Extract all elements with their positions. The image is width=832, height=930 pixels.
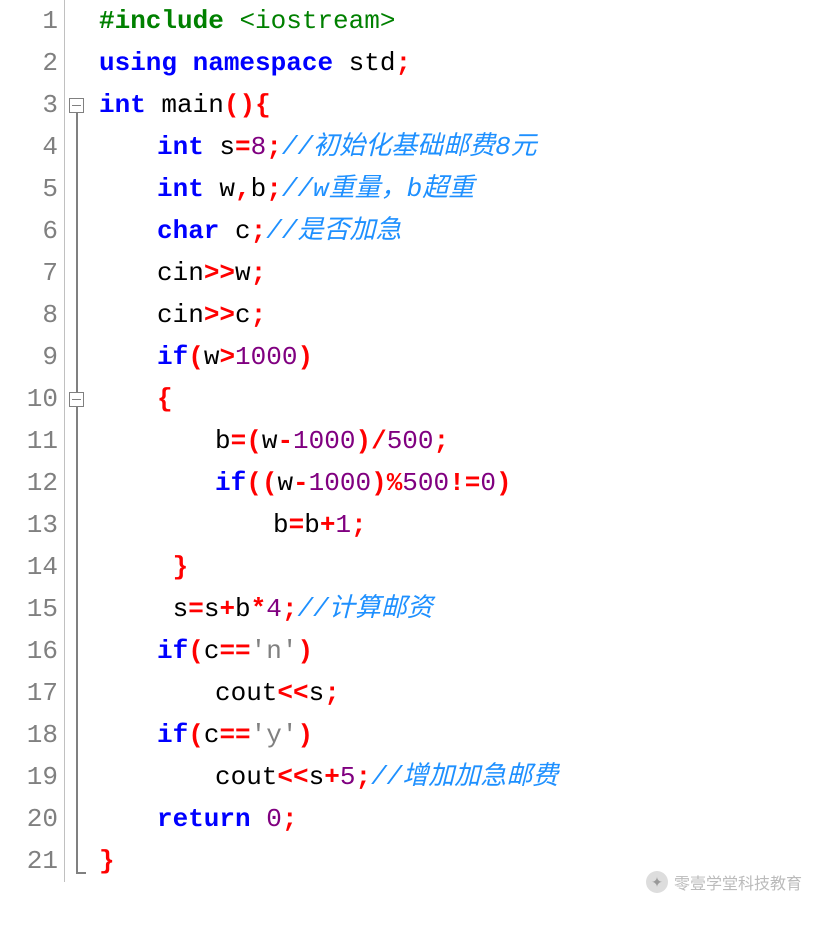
code-line: int w,b;//w重量，b超重 — [99, 168, 832, 210]
code-line: int s=8;//初始化基础邮费8元 — [99, 126, 832, 168]
line-number: 2 — [0, 42, 58, 84]
watermark: ✦ 零壹学堂科技教育 — [646, 870, 802, 894]
fold-toggle-icon[interactable] — [69, 392, 84, 407]
line-number: 7 — [0, 252, 58, 294]
line-number: 4 — [0, 126, 58, 168]
code-line: cout<<s; — [99, 672, 832, 714]
code-line: { — [99, 378, 832, 420]
code-line: cin>>w; — [99, 252, 832, 294]
comment: //w重量，b超重 — [282, 174, 474, 204]
line-number: 1 — [0, 0, 58, 42]
line-number-gutter: 1 2 3 4 5 6 7 8 9 10 11 12 13 14 15 16 1… — [0, 0, 65, 882]
code-line: b=(w-1000)/500; — [99, 420, 832, 462]
comment: //计算邮资 — [297, 594, 432, 624]
code-line: int main(){ — [99, 84, 832, 126]
watermark-text: 零壹学堂科技教育 — [674, 870, 802, 894]
line-number: 20 — [0, 798, 58, 840]
line-number: 5 — [0, 168, 58, 210]
line-number: 19 — [0, 756, 58, 798]
code-editor: 1 2 3 4 5 6 7 8 9 10 11 12 13 14 15 16 1… — [0, 0, 832, 882]
code-area: #include <iostream> using namespace std;… — [89, 0, 832, 882]
code-line: if(c=='n') — [99, 630, 832, 672]
line-number: 17 — [0, 672, 58, 714]
line-number: 10 — [0, 378, 58, 420]
code-line: char c;//是否加急 — [99, 210, 832, 252]
code-line: cin>>c; — [99, 294, 832, 336]
code-line: if(w>1000) — [99, 336, 832, 378]
line-number: 14 — [0, 546, 58, 588]
line-number: 21 — [0, 840, 58, 882]
include-target: <iostream> — [239, 6, 395, 36]
code-line: } — [99, 546, 832, 588]
line-number: 16 — [0, 630, 58, 672]
line-number: 3 — [0, 84, 58, 126]
fold-guide-line — [76, 113, 78, 873]
code-line: using namespace std; — [99, 42, 832, 84]
code-line: #include <iostream> — [99, 0, 832, 42]
line-number: 9 — [0, 336, 58, 378]
code-line: if(c=='y') — [99, 714, 832, 756]
line-number: 11 — [0, 420, 58, 462]
preprocessor: #include — [99, 6, 224, 36]
line-number: 6 — [0, 210, 58, 252]
wechat-icon: ✦ — [646, 871, 668, 893]
code-line: return 0; — [99, 798, 832, 840]
line-number: 12 — [0, 462, 58, 504]
comment: //增加加急邮费 — [371, 762, 558, 792]
code-line: s=s+b*4;//计算邮资 — [99, 588, 832, 630]
line-number: 15 — [0, 588, 58, 630]
fold-column — [65, 0, 89, 882]
comment: //是否加急 — [266, 216, 401, 246]
code-line: cout<<s+5;//增加加急邮费 — [99, 756, 832, 798]
fold-toggle-icon[interactable] — [69, 98, 84, 113]
code-line: if((w-1000)%500!=0) — [99, 462, 832, 504]
line-number: 18 — [0, 714, 58, 756]
line-number: 8 — [0, 294, 58, 336]
code-line: b=b+1; — [99, 504, 832, 546]
fold-end-tick — [76, 872, 86, 874]
comment: //初始化基础邮费8元 — [282, 132, 537, 162]
line-number: 13 — [0, 504, 58, 546]
